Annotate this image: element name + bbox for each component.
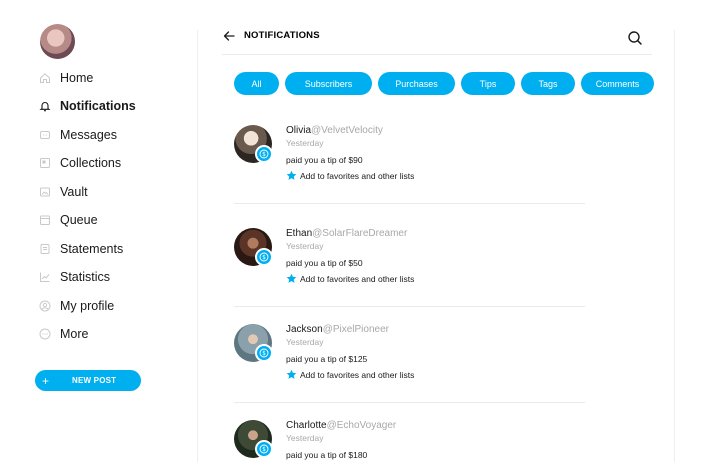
tip-coin-icon: $ [255, 440, 273, 458]
divider [234, 203, 585, 204]
svg-text:$: $ [262, 446, 266, 453]
notification-time: Yesterday [286, 433, 324, 443]
tab-subscribers[interactable]: Subscribers [285, 72, 372, 95]
notification-message: paid you a tip of $90 [286, 155, 363, 165]
user-name: Olivia [286, 125, 312, 136]
new-post-button[interactable]: + NEW POST [35, 370, 141, 391]
bell-icon [38, 99, 52, 113]
favorites-label: Add to favorites and other lists [300, 369, 415, 380]
home-icon [38, 71, 52, 85]
sidebar-item-my-profile[interactable]: My profile [38, 296, 178, 316]
add-to-favorites-link[interactable]: Add to favorites and other lists [286, 170, 414, 181]
profile-icon [38, 299, 52, 313]
user-name: Charlotte [286, 420, 327, 431]
favorites-label: Add to favorites and other lists [300, 170, 415, 181]
user-handle: @SolarFlareDreamer [312, 228, 408, 239]
search-icon[interactable] [627, 30, 643, 46]
user-handle: @VelvetVelocity [311, 125, 383, 136]
notification-time: Yesterday [286, 241, 324, 251]
sidebar-item-label: Queue [60, 213, 98, 227]
sidebar-item-label: Statements [60, 242, 124, 256]
calendar-icon [38, 213, 52, 227]
sidebar-item-label: My profile [60, 299, 115, 313]
sidebar-item-label: Statistics [60, 270, 111, 284]
sidebar-item-statements[interactable]: Statements [38, 239, 178, 259]
tab-tips[interactable]: Tips [461, 72, 515, 95]
sidebar-item-label: Vault [60, 185, 88, 199]
tip-coin-icon: $ [255, 248, 273, 266]
svg-text:$: $ [262, 254, 266, 261]
notification-message: paid you a tip of $125 [286, 354, 368, 364]
message-icon [38, 128, 52, 142]
page-title: NOTIFICATIONS [244, 30, 320, 41]
plus-icon: + [42, 373, 50, 388]
star-icon [286, 273, 297, 283]
sidebar-item-label: Home [60, 71, 94, 85]
divider [234, 306, 585, 307]
sidebar-item-label: More [60, 327, 89, 341]
add-to-favorites-link[interactable]: Add to favorites and other lists [286, 369, 414, 380]
notification-time: Yesterday [286, 337, 324, 347]
sidebar-item-messages[interactable]: Messages [38, 125, 178, 145]
notification-user[interactable]: Olivia@VelvetVelocity [286, 125, 383, 136]
vault-icon [38, 185, 52, 199]
tip-coin-icon: $ [255, 344, 273, 362]
sidebar-item-queue[interactable]: Queue [38, 210, 178, 230]
favorites-label: Add to favorites and other lists [300, 273, 415, 284]
sidebar-item-more[interactable]: More [38, 324, 178, 344]
sidebar-item-statistics[interactable]: Statistics [38, 267, 178, 287]
notification-user[interactable]: Jackson@PixelPioneer [286, 324, 389, 335]
notification-message: paid you a tip of $50 [286, 258, 363, 268]
collections-icon [38, 156, 52, 170]
statements-icon [38, 242, 52, 256]
sidebar-item-notifications[interactable]: Notifications [38, 96, 178, 116]
sidebar-item-collections[interactable]: Collections [38, 153, 178, 173]
sidebar-item-home[interactable]: Home [38, 68, 178, 88]
sidebar-item-label: Messages [60, 128, 117, 142]
tab-purchases[interactable]: Purchases [378, 72, 455, 95]
svg-text:$: $ [262, 151, 266, 158]
notification-user[interactable]: Charlotte@EchoVoyager [286, 420, 396, 431]
user-name: Ethan [286, 228, 313, 239]
sidebar-divider [197, 30, 198, 462]
content-right-border [674, 30, 675, 462]
star-icon [286, 369, 297, 379]
user-handle: @PixelPioneer [322, 324, 389, 335]
user-handle: @EchoVoyager [326, 420, 397, 431]
notification-user[interactable]: Ethan@SolarFlareDreamer [286, 228, 407, 239]
tip-coin-icon: $ [255, 145, 273, 163]
divider [234, 402, 585, 403]
sidebar-item-label: Notifications [60, 99, 136, 113]
sidebar-item-vault[interactable]: Vault [38, 182, 178, 202]
chart-icon [38, 270, 52, 284]
notification-message: paid you a tip of $180 [286, 450, 368, 460]
user-avatar[interactable] [40, 24, 75, 59]
notification-time: Yesterday [286, 138, 324, 148]
add-to-favorites-link[interactable]: Add to favorites and other lists [286, 273, 414, 284]
sidebar: Home Notifications Messages Collections … [0, 0, 197, 462]
tab-tags[interactable]: Tags [521, 72, 575, 95]
tab-all[interactable]: All [234, 72, 279, 95]
more-icon [38, 327, 52, 341]
page-header: NOTIFICATIONS [222, 26, 652, 55]
back-arrow-icon[interactable] [222, 29, 236, 43]
user-name: Jackson [286, 324, 323, 335]
tab-comments[interactable]: Comments [581, 72, 654, 95]
sidebar-item-label: Collections [60, 156, 122, 170]
star-icon [286, 170, 297, 180]
new-post-label: NEW POST [72, 376, 117, 385]
svg-text:$: $ [262, 350, 266, 357]
